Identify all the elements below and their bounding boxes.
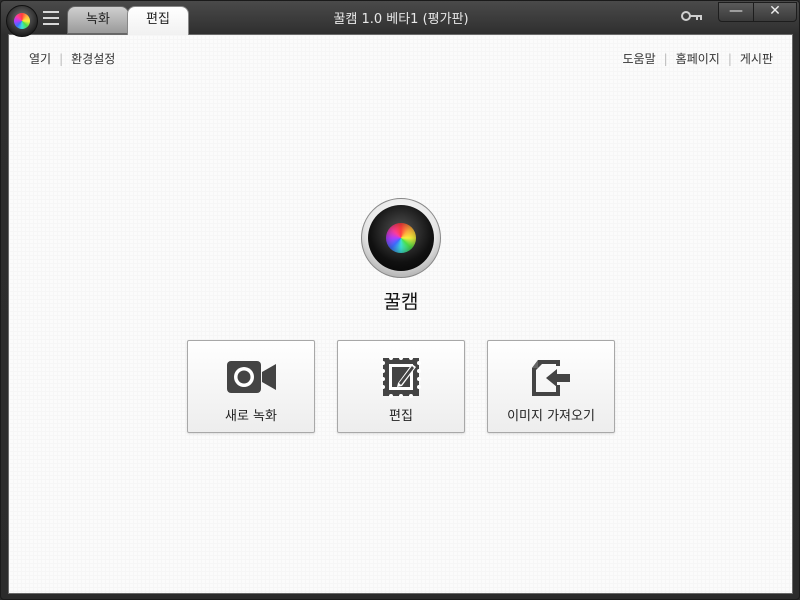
new-recording-label: 새로 녹화 <box>225 409 277 424</box>
video-camera-icon <box>227 361 276 393</box>
import-image-button[interactable]: 이미지 가져오기 <box>487 340 615 433</box>
app-logo-large-icon <box>361 198 441 278</box>
main-panel: 열기 | 환경설정 도움말 | 홈페이지 | 게시판 꿀캠 새로 녹화 편집 이… <box>8 34 793 594</box>
close-button[interactable]: ✕ <box>753 2 797 22</box>
title-bar[interactable]: 녹화 편집 꿀캠 1.0 베타1 (평가판) — ✕ <box>1 1 799 37</box>
homepage-link[interactable]: 홈페이지 <box>676 52 720 66</box>
edit-label: 편집 <box>389 409 413 424</box>
tab-record[interactable]: 녹화 <box>67 6 129 34</box>
key-icon[interactable] <box>681 9 703 23</box>
hamburger-menu-icon[interactable] <box>43 11 59 25</box>
tab-record-label: 녹화 <box>86 12 110 27</box>
settings-link[interactable]: 환경설정 <box>71 52 115 66</box>
open-link[interactable]: 열기 <box>29 52 51 66</box>
close-icon: ✕ <box>769 3 781 19</box>
edit-button[interactable]: 편집 <box>337 340 465 433</box>
board-link[interactable]: 게시판 <box>740 52 773 66</box>
app-name: 꿀캠 <box>383 291 419 313</box>
window-title: 꿀캠 1.0 베타1 (평가판) <box>333 12 469 27</box>
right-link-bar: 도움말 | 홈페이지 | 게시판 <box>622 50 773 67</box>
help-link[interactable]: 도움말 <box>622 52 655 66</box>
minimize-button[interactable]: — <box>718 2 754 22</box>
link-separator: | <box>663 52 668 66</box>
minimize-icon: — <box>729 3 743 19</box>
link-separator: | <box>59 52 64 66</box>
app-logo-icon[interactable] <box>6 5 38 37</box>
left-link-bar: 열기 | 환경설정 <box>29 50 115 67</box>
edit-document-icon <box>381 356 421 398</box>
tab-edit[interactable]: 편집 <box>127 6 189 35</box>
app-window: 녹화 편집 꿀캠 1.0 베타1 (평가판) — ✕ 열기 | 환경설정 도움말 | 홈… <box>0 0 800 600</box>
import-image-icon <box>532 360 570 396</box>
new-recording-button[interactable]: 새로 녹화 <box>187 340 315 433</box>
import-image-label: 이미지 가져오기 <box>507 409 595 424</box>
tab-edit-label: 편집 <box>146 12 170 27</box>
link-separator: | <box>727 52 732 66</box>
